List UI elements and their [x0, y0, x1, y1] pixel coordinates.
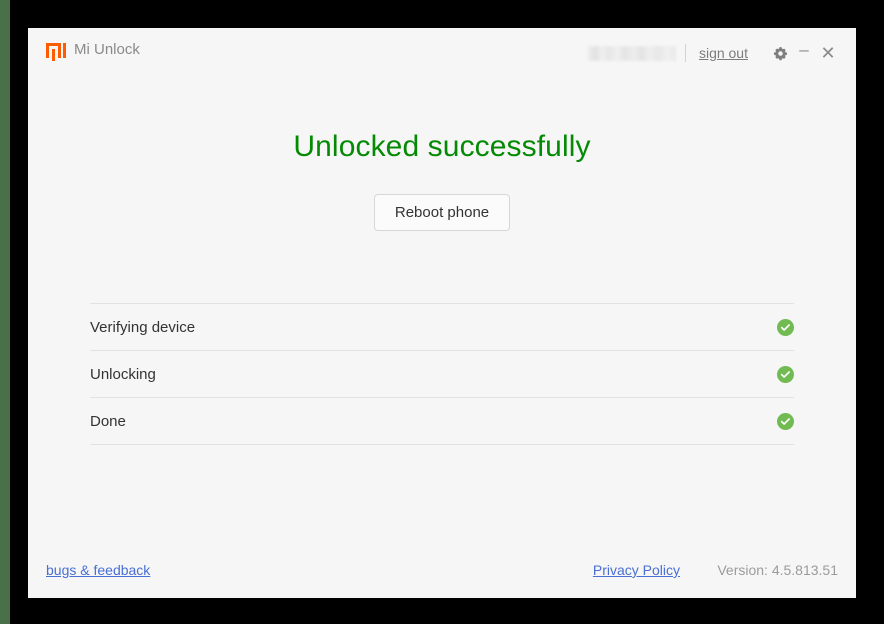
check-circle-icon: [777, 365, 794, 383]
titlebar-divider: [684, 44, 686, 62]
account-name-redacted: [587, 45, 676, 61]
minimize-icon[interactable]: –: [792, 38, 816, 69]
privacy-policy-link[interactable]: Privacy Policy: [593, 562, 680, 578]
check-circle-icon: [777, 412, 794, 430]
step-label: Done: [90, 412, 126, 430]
step-row-done: Done: [90, 398, 794, 445]
progress-step-list: Verifying device Unlocking Done: [90, 303, 794, 445]
title-bar: Mi Unlock sign out – ✕: [28, 28, 856, 83]
step-label: Unlocking: [90, 365, 156, 383]
check-circle-icon: [777, 318, 794, 336]
close-icon[interactable]: ✕: [816, 41, 840, 65]
app-brand: Mi Unlock: [46, 41, 140, 61]
app-title: Mi Unlock: [74, 41, 140, 58]
gear-icon[interactable]: [768, 41, 792, 65]
reboot-button-row: Reboot phone: [28, 194, 856, 231]
status-heading: Unlocked successfully: [293, 130, 591, 163]
footer: bugs & feedback Privacy Policy Version: …: [28, 562, 856, 584]
step-label: Verifying device: [90, 318, 196, 336]
mi-unlock-window: Mi Unlock sign out – ✕ Unlocked successf…: [28, 28, 856, 598]
desktop-background-strip: [0, 0, 10, 624]
titlebar-controls: sign out – ✕: [587, 38, 840, 69]
main-content: Unlocked successfully Reboot phone Verif…: [28, 130, 856, 445]
step-row-verifying-device: Verifying device: [90, 304, 794, 351]
bugs-feedback-link[interactable]: bugs & feedback: [46, 562, 150, 578]
mi-logo-icon: [46, 42, 66, 61]
step-row-unlocking: Unlocking: [90, 351, 794, 398]
version-label: Version: 4.5.813.51: [717, 562, 838, 578]
reboot-phone-button[interactable]: Reboot phone: [373, 194, 511, 231]
sign-out-link[interactable]: sign out: [699, 45, 748, 61]
